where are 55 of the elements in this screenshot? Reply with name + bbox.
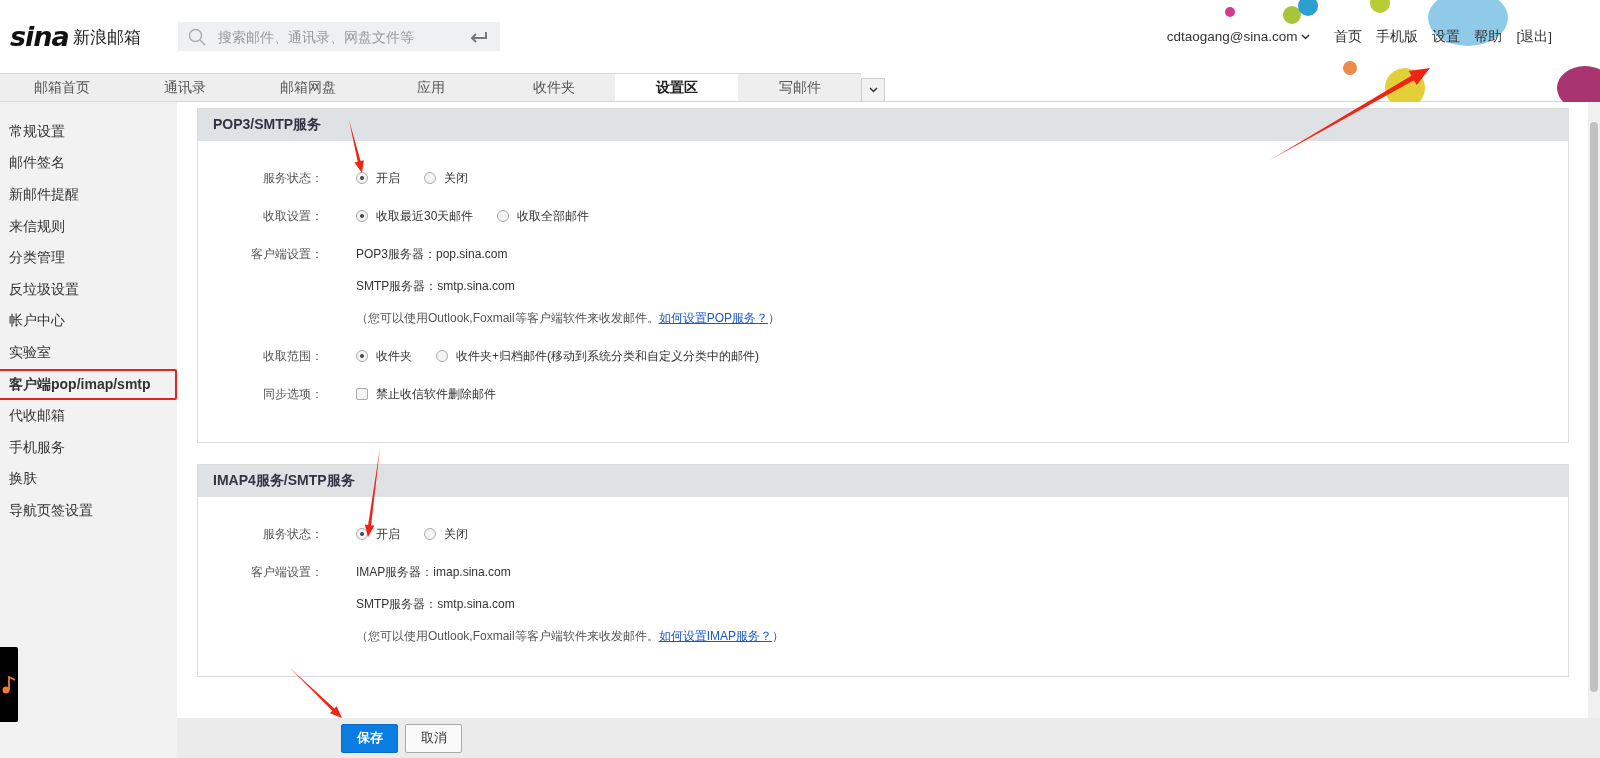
logo-text: sina xyxy=(10,21,69,52)
header-link[interactable]: [退出] xyxy=(1516,27,1552,46)
field-label: 收取设置： xyxy=(262,208,323,225)
option-label: 关闭 xyxy=(444,526,468,543)
nav-tab[interactable]: 写邮件 xyxy=(738,73,861,101)
field-label: 客户端设置： xyxy=(250,564,323,581)
option-label: 开启 xyxy=(376,170,400,187)
sidebar-item[interactable]: 导航页签设置 xyxy=(0,495,177,527)
option-label: 收取全部邮件 xyxy=(517,208,590,225)
section-title: IMAP4服务/SMTP服务 xyxy=(198,465,1568,497)
product-name: 新浪邮箱 xyxy=(72,27,141,49)
nav-tab[interactable]: 应用 xyxy=(369,73,492,101)
nav-tab[interactable]: 收件夹 xyxy=(492,73,615,101)
field-label: 收取范围： xyxy=(262,348,323,365)
option-label: 收件夹 xyxy=(376,348,412,365)
nav-tab[interactable]: 邮箱网盘 xyxy=(246,73,369,101)
sidebar-item[interactable]: 手机服务 xyxy=(0,431,177,464)
help-link[interactable]: 如何设置IMAP服务？ xyxy=(658,629,773,643)
server-address: SMTP服务器：smtp.sina.com xyxy=(356,596,516,613)
help-link[interactable]: 如何设置POP服务？ xyxy=(658,311,769,325)
save-button[interactable]: 保存 xyxy=(341,723,398,753)
sidebar-item[interactable]: 实验室 xyxy=(0,337,177,369)
help-note: （您可以使用Outlook,Foxmail等客户端软件来收发邮件。如何设置POP服务？） xyxy=(356,310,781,327)
help-note: （您可以使用Outlook,Foxmail等客户端软件来收发邮件。如何设置IMAP服务？） xyxy=(356,628,785,645)
option-label: 收件夹+归档邮件(移动到系统分类和自定义分类中的邮件) xyxy=(456,348,759,365)
option-label: 收取最近30天邮件 xyxy=(376,208,474,225)
sidebar-item[interactable]: 代收邮箱 xyxy=(0,400,177,432)
sidebar-item[interactable]: 换肤 xyxy=(0,463,177,496)
section-title: POP3/SMTP服务 xyxy=(198,109,1568,141)
sidebar-item[interactable]: 帐户中心 xyxy=(0,305,177,338)
sidebar-item[interactable]: 客户端pop/imap/smtp xyxy=(0,368,177,401)
server-address: SMTP服务器：smtp.sina.com xyxy=(356,278,516,295)
option-label: 禁止收信软件删除邮件 xyxy=(376,386,496,403)
header-link[interactable]: 帮助 xyxy=(1474,27,1503,46)
server-address: POP3服务器：pop.sina.com xyxy=(356,246,509,263)
sidebar-item[interactable]: 邮件签名 xyxy=(0,147,177,180)
field-label: 同步选项： xyxy=(262,386,323,403)
sidebar-item[interactable]: 新邮件提醒 xyxy=(0,179,177,211)
field-label: 客户端设置： xyxy=(250,246,323,263)
search-field[interactable]: 搜索邮件、通讯录、网盘文件等 xyxy=(178,22,500,51)
option-label: 关闭 xyxy=(444,170,468,187)
account-menu[interactable]: cdtaogang@sina.com xyxy=(1166,29,1311,44)
sidebar-item[interactable]: 反垃圾设置 xyxy=(0,273,177,306)
field-label: 服务状态： xyxy=(262,170,323,187)
sidebar-item[interactable]: 常规设置 xyxy=(0,116,177,148)
option-label: 开启 xyxy=(376,526,400,543)
sidebar-item[interactable]: 来信规则 xyxy=(0,210,177,243)
nav-tab[interactable]: 通讯录 xyxy=(123,73,246,101)
sidebar-item[interactable]: 分类管理 xyxy=(0,242,177,274)
header-link[interactable]: 手机版 xyxy=(1376,27,1419,46)
nav-tab[interactable]: 邮箱首页 xyxy=(0,73,123,101)
field-label: 服务状态： xyxy=(262,526,323,543)
server-address: IMAP服务器：imap.sina.com xyxy=(356,564,512,581)
cancel-button[interactable]: 取消 xyxy=(405,723,462,753)
header-link[interactable]: 首页 xyxy=(1334,27,1363,46)
